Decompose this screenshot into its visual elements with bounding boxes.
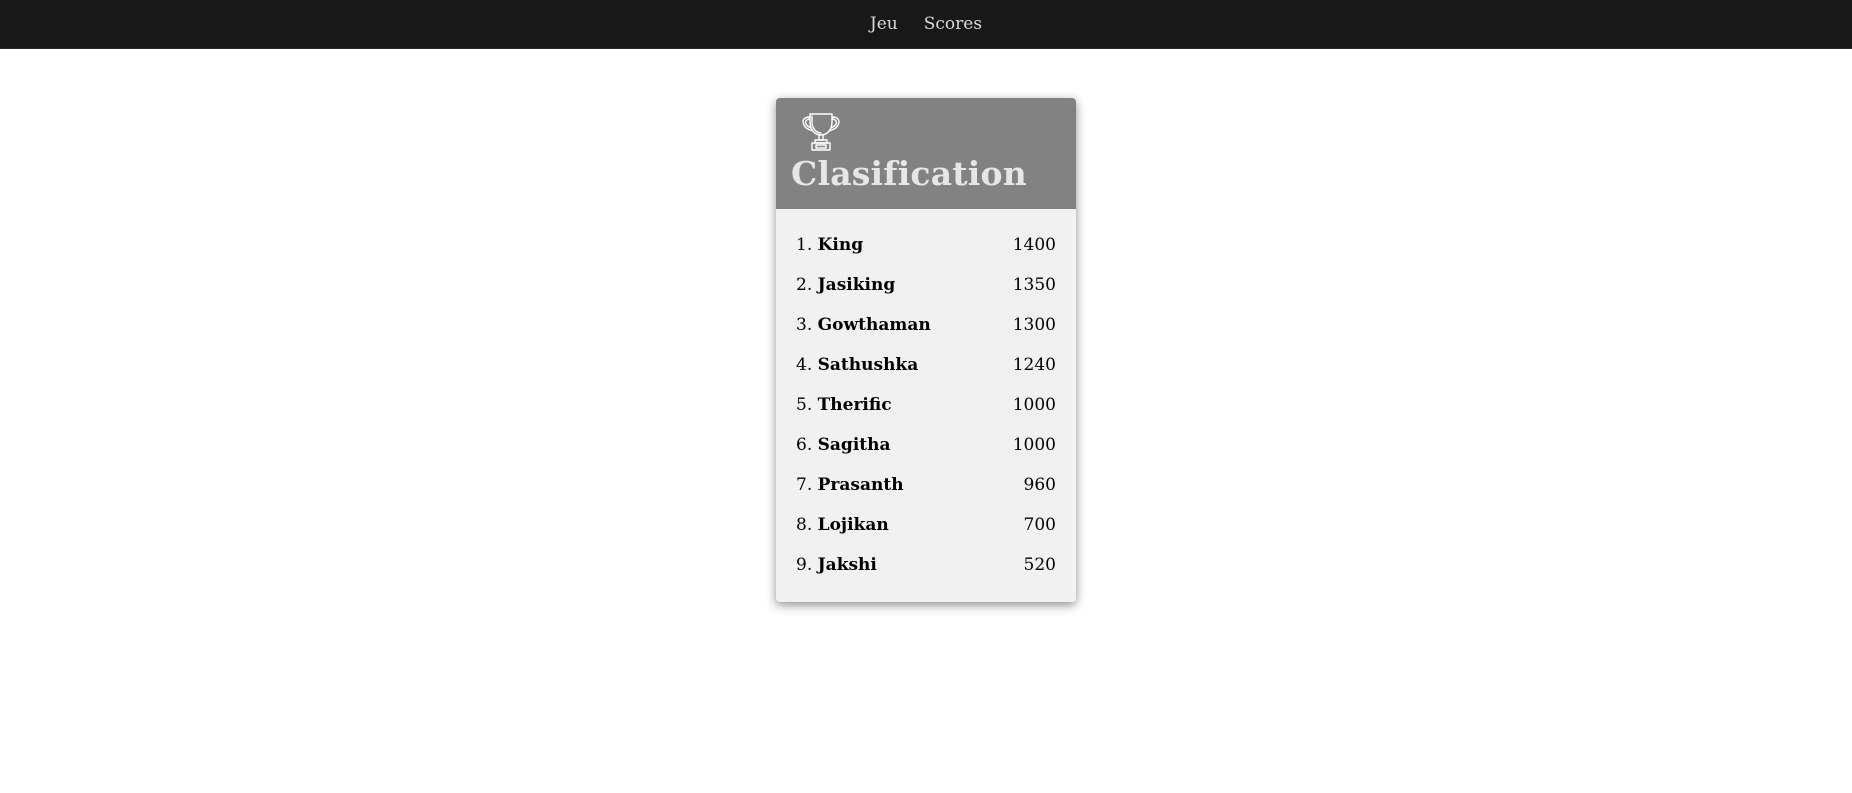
score-row: 5. Therific 1000 <box>796 385 1056 425</box>
player-score: 1350 <box>1012 275 1056 295</box>
player-score: 1300 <box>1012 315 1056 335</box>
player-entry: 6. Sagitha <box>796 435 891 455</box>
score-row: 2. Jasiking 1350 <box>796 265 1056 305</box>
rank-number: 4. <box>796 355 813 375</box>
player-name: Jasiking <box>817 275 896 295</box>
player-name: Jakshi <box>817 555 877 575</box>
rank-number: 5. <box>796 395 813 415</box>
score-row: 1. King 1400 <box>796 225 1056 265</box>
player-entry: 4. Sathushka <box>796 355 918 375</box>
score-row: 3. Gowthaman 1300 <box>796 305 1056 345</box>
player-name: Sagitha <box>817 435 891 455</box>
trophy-icon <box>802 113 840 151</box>
player-name: Therific <box>817 395 892 415</box>
score-row: 6. Sagitha 1000 <box>796 425 1056 465</box>
rank-number: 7. <box>796 475 813 495</box>
player-name: King <box>817 235 864 255</box>
top-navbar: Jeu Scores <box>0 0 1852 49</box>
player-name: Gowthaman <box>817 315 931 335</box>
player-score: 1240 <box>1012 355 1056 375</box>
player-score: 1400 <box>1012 235 1056 255</box>
rank-number: 2. <box>796 275 813 295</box>
score-row: 8. Lojikan 700 <box>796 505 1056 545</box>
player-entry: 8. Lojikan <box>796 515 889 535</box>
player-score: 960 <box>1023 475 1056 495</box>
player-name: Lojikan <box>817 515 889 535</box>
player-name: Sathushka <box>817 355 919 375</box>
player-entry: 3. Gowthaman <box>796 315 931 335</box>
leaderboard-title: Clasification <box>791 154 1027 193</box>
player-score: 700 <box>1023 515 1056 535</box>
rank-number: 1. <box>796 235 813 255</box>
player-score: 520 <box>1023 555 1056 575</box>
leaderboard-header: Clasification <box>776 98 1076 209</box>
player-score: 1000 <box>1012 435 1056 455</box>
player-entry: 7. Prasanth <box>796 475 904 495</box>
player-name: Prasanth <box>817 475 904 495</box>
score-row: 7. Prasanth 960 <box>796 465 1056 505</box>
score-row: 9. Jakshi 520 <box>796 545 1056 585</box>
rank-number: 9. <box>796 555 813 575</box>
nav-link-scores[interactable]: Scores <box>924 14 982 35</box>
rank-number: 8. <box>796 515 813 535</box>
nav-link-jeu[interactable]: Jeu <box>870 14 898 35</box>
player-entry: 1. King <box>796 235 863 255</box>
leaderboard-card: Clasification 1. King 1400 2. Jasiking 1… <box>776 98 1076 602</box>
player-score: 1000 <box>1012 395 1056 415</box>
player-entry: 2. Jasiking <box>796 275 895 295</box>
player-entry: 5. Therific <box>796 395 892 415</box>
score-list: 1. King 1400 2. Jasiking 1350 3. Gowtham… <box>776 209 1076 585</box>
player-entry: 9. Jakshi <box>796 555 877 575</box>
rank-number: 3. <box>796 315 813 335</box>
score-row: 4. Sathushka 1240 <box>796 345 1056 385</box>
rank-number: 6. <box>796 435 813 455</box>
